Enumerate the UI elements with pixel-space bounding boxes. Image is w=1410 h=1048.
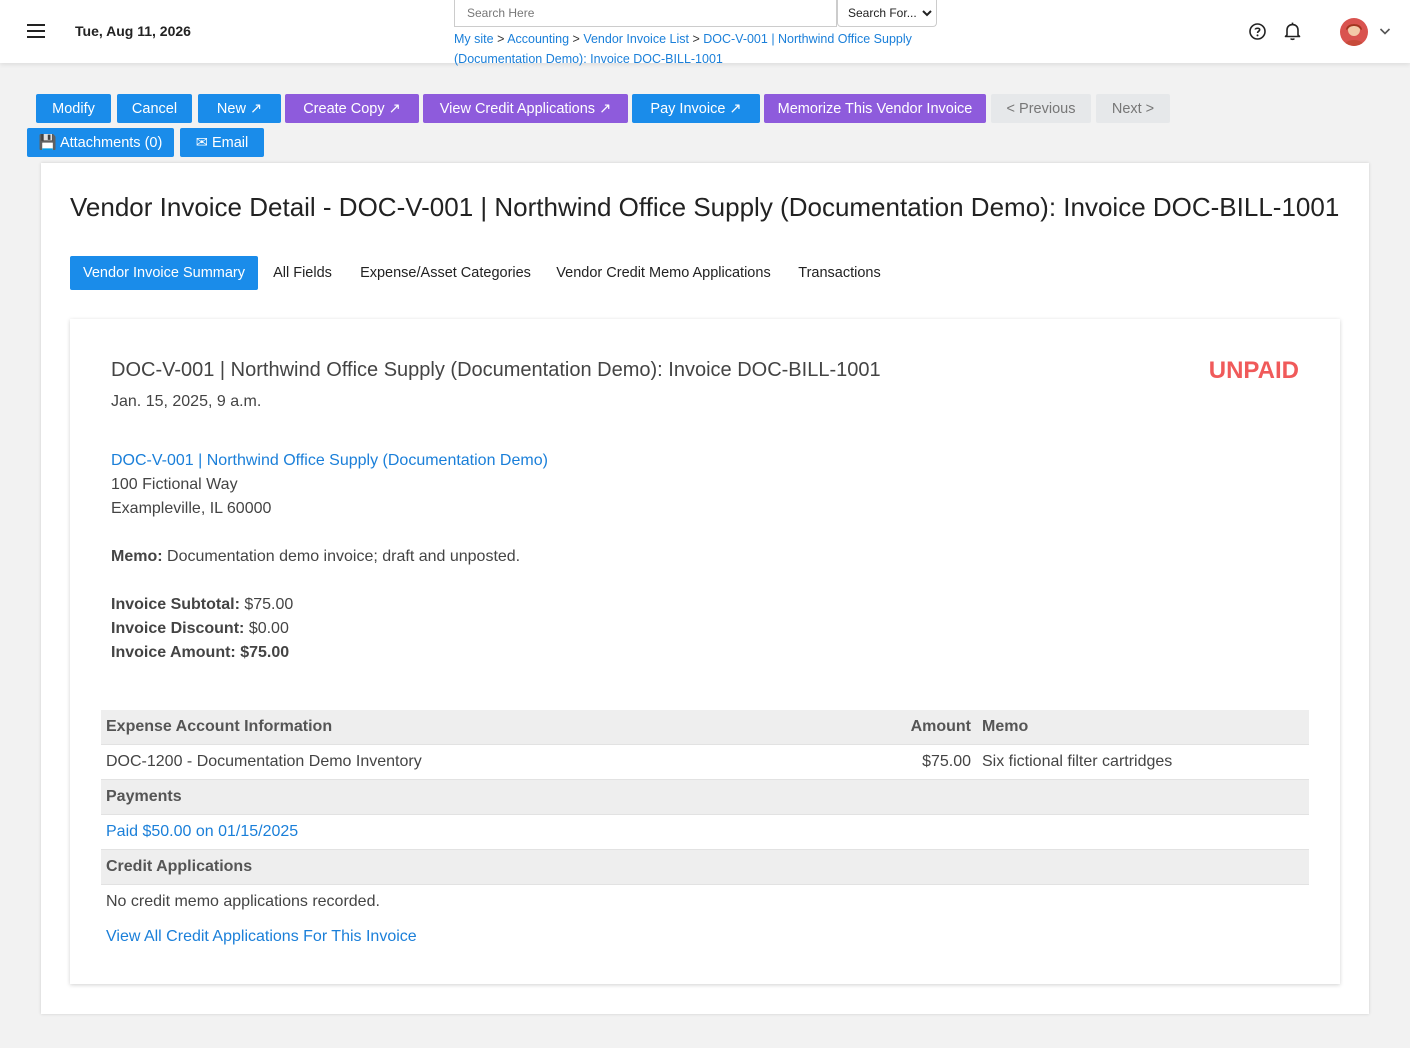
tab-vendor-credit-memo-applications[interactable]: Vendor Credit Memo Applications [544,256,783,290]
credit-applications-header: Credit Applications [106,858,253,875]
next-button[interactable]: Next > [1096,94,1170,123]
amount-value: $75.00 [240,644,290,661]
credit-applications-header-row: Credit Applications [101,850,1309,885]
modify-button[interactable]: Modify [36,94,111,123]
memo: Memo: Documentation demo invoice; draft … [111,548,520,566]
subtotal-value: $75.00 [244,596,294,613]
address-line-1: 100 Fictional Way [111,476,238,493]
search-input[interactable] [454,0,837,27]
main-panel: Vendor Invoice Detail - DOC-V-001 | Nort… [41,163,1369,1014]
payment-link[interactable]: Paid $50.00 on 01/15/2025 [106,815,298,849]
status-badge: UNPAID [1208,357,1299,384]
menu-icon[interactable] [27,24,45,38]
invoice-discount: Invoice Discount: $0.00 [111,620,289,638]
attachments-button[interactable]: 💾 Attachments (0) [27,128,174,157]
amount-label: Invoice Amount: [111,644,236,661]
tab-all-fields[interactable]: All Fields [258,256,347,290]
breadcrumb-separator: > [572,32,580,46]
current-date: Tue, Aug 11, 2026 [75,23,191,39]
email-button[interactable]: ✉ Email [180,128,264,157]
vendor-link[interactable]: DOC-V-001 | Northwind Office Supply (Doc… [111,452,548,470]
discount-label: Invoice Discount: [111,620,245,637]
new-button[interactable]: New ↗ [198,94,281,123]
column-header-amount: Amount [910,718,971,735]
tab-expense-asset-categories[interactable]: Expense/Asset Categories [347,256,544,290]
invoice-amount: Invoice Amount: $75.00 [111,644,289,662]
view-all-credit-applications-link[interactable]: View All Credit Applications For This In… [106,920,417,954]
view-credit-applications-button[interactable]: View Credit Applications ↗ [423,94,628,123]
tab-transactions[interactable]: Transactions [783,256,896,290]
memo-label: Memo: [111,548,163,565]
breadcrumb: My site > Accounting > Vendor Invoice Li… [454,29,934,69]
pay-invoice-button[interactable]: Pay Invoice ↗ [632,94,760,123]
credit-empty-row: No credit memo applications recorded. [101,885,1309,920]
payments-header: Payments [106,788,182,805]
breadcrumb-vendor-invoice-list[interactable]: Vendor Invoice List [583,32,689,46]
top-bar: Tue, Aug 11, 2026 Search For... My site … [0,0,1410,66]
invoice-summary-card: DOC-V-001 | Northwind Office Supply (Doc… [70,319,1340,984]
create-copy-button[interactable]: Create Copy ↗ [285,94,419,123]
invoice-date: Jan. 15, 2025, 9 a.m. [111,393,262,410]
table-header-row: Expense Account Information Amount Memo [101,710,1309,745]
chevron-down-icon[interactable] [1379,26,1391,36]
tab-vendor-invoice-summary[interactable]: Vendor Invoice Summary [70,256,258,290]
expense-account: DOC-1200 - Documentation Demo Inventory [106,753,422,770]
breadcrumb-separator: > [692,32,700,46]
chevron-down-icon [922,10,932,17]
search-for-select[interactable]: Search For... [837,0,937,27]
payment-row: Paid $50.00 on 01/15/2025 [101,815,1309,850]
breadcrumb-separator: > [497,32,505,46]
discount-value: $0.00 [248,620,289,637]
address-line-2: Exampleville, IL 60000 [111,500,272,517]
subtotal-label: Invoice Subtotal: [111,596,240,613]
cancel-button[interactable]: Cancel [117,94,192,123]
expense-memo: Six fictional filter cartridges [982,753,1173,770]
expense-amount: $75.00 [922,753,971,770]
payments-header-row: Payments [101,780,1309,815]
avatar[interactable] [1340,18,1368,46]
help-icon[interactable] [1249,23,1266,40]
bell-icon[interactable] [1284,22,1301,41]
previous-button[interactable]: < Previous [991,94,1091,123]
column-header-memo: Memo [982,718,1029,735]
invoice-heading: DOC-V-001 | Northwind Office Supply (Doc… [111,359,881,381]
invoice-subtotal: Invoice Subtotal: $75.00 [111,596,293,614]
credit-link-row: View All Credit Applications For This In… [101,920,1309,955]
memo-value: Documentation demo invoice; draft and un… [167,548,521,565]
table-row: DOC-1200 - Documentation Demo Inventory … [101,745,1309,780]
column-header-account: Expense Account Information [106,718,333,735]
credit-empty-message: No credit memo applications recorded. [106,893,380,910]
expense-table: Expense Account Information Amount Memo … [101,710,1309,955]
breadcrumb-accounting[interactable]: Accounting [507,32,569,46]
page-title: Vendor Invoice Detail - DOC-V-001 | Nort… [70,192,1340,222]
memorize-invoice-button[interactable]: Memorize This Vendor Invoice [764,94,986,123]
search-for-label: Search For... [848,6,917,20]
breadcrumb-my-site[interactable]: My site [454,32,494,46]
